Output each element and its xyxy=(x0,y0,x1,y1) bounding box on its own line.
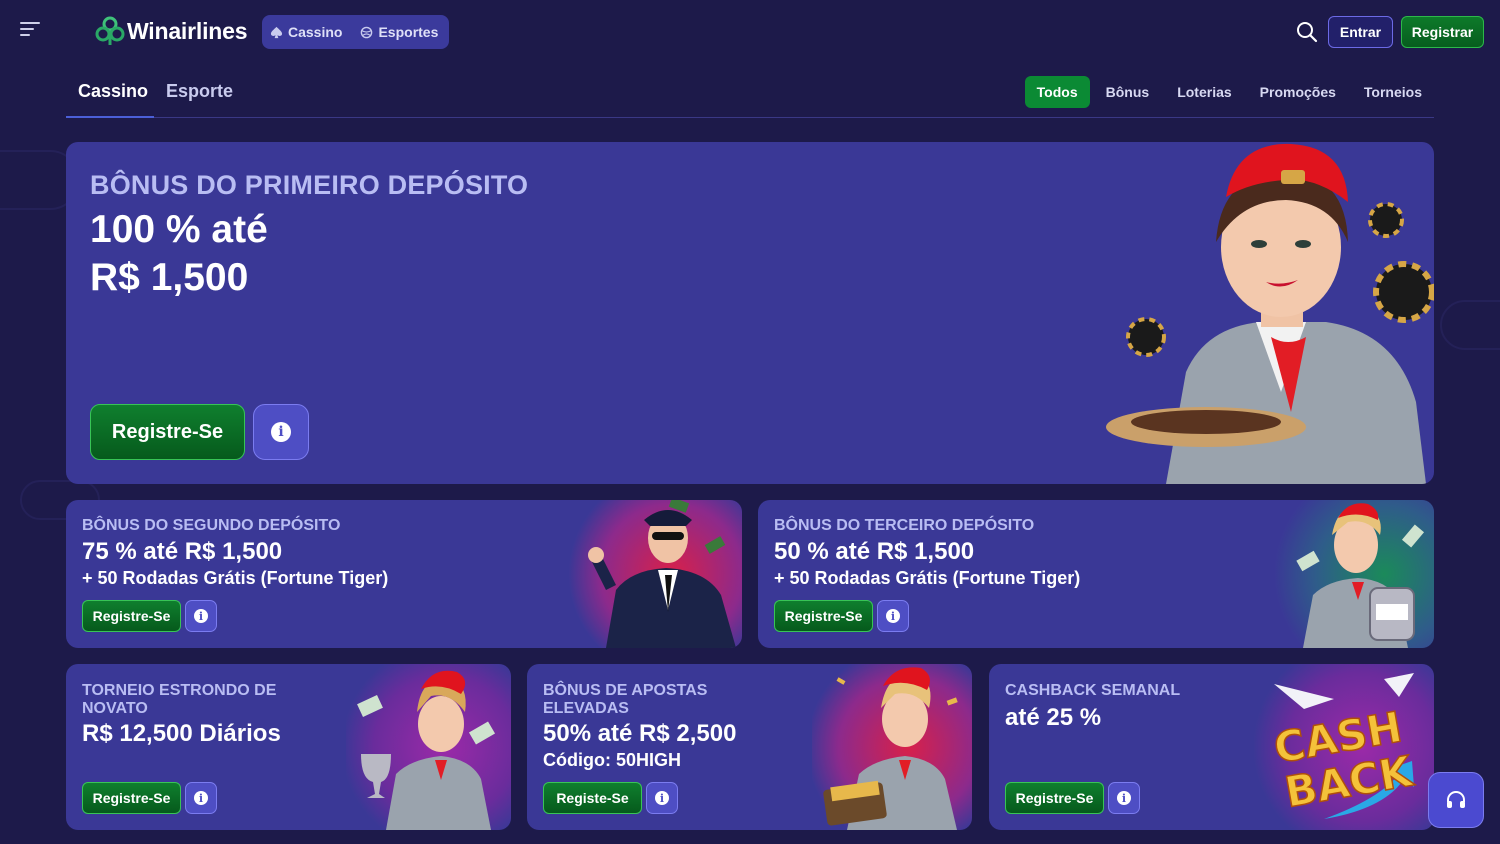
promo-subtext: + 50 Rodadas Grátis (Fortune Tiger) xyxy=(774,568,1081,588)
ball-icon xyxy=(361,26,373,38)
promo-headline: 100 % até R$ 1,500 xyxy=(90,206,490,302)
info-button[interactable]: i xyxy=(253,404,309,460)
promo-eyebrow: BÔNUS DO PRIMEIRO DEPÓSITO xyxy=(90,170,529,200)
filter-todos[interactable]: Todos xyxy=(1024,76,1090,108)
info-icon: i xyxy=(271,422,291,442)
promo-headline: 50% até R$ 2,500 xyxy=(543,720,737,747)
slot-attendant-illustration xyxy=(1296,503,1425,648)
headset-icon xyxy=(1447,791,1465,808)
filter-loterias[interactable]: Loterias xyxy=(1165,76,1243,108)
promo-headline-line2: R$ 1,500 xyxy=(90,256,249,299)
product-cassino[interactable]: Cassino xyxy=(270,24,342,40)
product-cassino-label: Cassino xyxy=(288,24,343,40)
promo-card-rookie-tournament: TORNEIO ESTRONDO DE NOVATO R$ 12,500 Diá… xyxy=(66,664,511,830)
support-chat-button[interactable] xyxy=(1428,772,1484,828)
register-cta-button[interactable]: Registe-Se xyxy=(543,782,642,814)
product-esportes[interactable]: Esportes xyxy=(360,24,438,40)
promo-headline: 75 % até R$ 1,500 xyxy=(82,538,283,565)
register-cta-button[interactable]: Registre-Se xyxy=(1005,782,1104,814)
login-button[interactable]: Entrar xyxy=(1328,16,1393,48)
trophy-attendant-illustration xyxy=(357,670,496,830)
info-icon: i xyxy=(194,609,208,623)
promo-headline: 50 % até R$ 1,500 xyxy=(774,538,975,565)
search-icon[interactable] xyxy=(1296,21,1318,43)
gold-case-attendant-illustration xyxy=(823,667,958,830)
promo-card-high-roller: BÔNUS DE APOSTAS ELEVADAS 50% até R$ 2,5… xyxy=(527,664,972,830)
promo-eyebrow: CASHBACK SEMANAL xyxy=(1005,682,1181,699)
promo-filters: Todos Bônus Loterias Promoções Torneios xyxy=(1021,76,1434,108)
tab-cassino[interactable]: Cassino xyxy=(78,81,148,102)
cashback-illustration: CASH BACK xyxy=(1270,673,1418,819)
info-button[interactable]: i xyxy=(877,600,909,632)
register-cta-button[interactable]: Registre-Se xyxy=(774,600,873,632)
product-esportes-label: Esportes xyxy=(378,24,439,40)
promo-subtext: + 50 Rodadas Grátis (Fortune Tiger) xyxy=(82,568,389,588)
info-icon: i xyxy=(194,791,208,805)
promo-subtext: Código: 50HIGH xyxy=(543,750,681,770)
info-icon: i xyxy=(886,609,900,623)
promo-headline: R$ 12,500 Diários xyxy=(82,720,281,747)
product-switch: Cassino Esportes xyxy=(262,15,449,49)
pilot-illustration xyxy=(588,500,736,648)
filter-bonus[interactable]: Bônus xyxy=(1094,76,1162,108)
brand-name: Winairlines xyxy=(127,17,248,44)
info-button[interactable]: i xyxy=(185,600,217,632)
info-button[interactable]: i xyxy=(1108,782,1140,814)
promo-card-second-deposit: BÔNUS DO SEGUNDO DEPÓSITO 75 % até R$ 1,… xyxy=(66,500,742,648)
promo-headline-line1: 100 % até xyxy=(90,208,268,251)
flight-attendant-illustration xyxy=(1106,143,1434,484)
promo-eyebrow: BÔNUS DE APOSTAS ELEVADAS xyxy=(543,682,708,717)
spade-icon xyxy=(270,26,283,38)
promo-eyebrow: BÔNUS DO SEGUNDO DEPÓSITO xyxy=(82,517,341,534)
info-button[interactable]: i xyxy=(646,782,678,814)
promo-card-third-deposit: BÔNUS DO TERCEIRO DEPÓSITO 50 % até R$ 1… xyxy=(758,500,1434,648)
promo-eyebrow: TORNEIO ESTRONDO DE NOVATO xyxy=(82,682,277,717)
section-nav: Cassino Esporte Todos Bônus Loterias Pro… xyxy=(66,70,1434,118)
register-cta-button[interactable]: Registre-Se xyxy=(82,600,181,632)
active-tab-indicator xyxy=(66,116,154,118)
background-cloud xyxy=(1440,300,1500,350)
filter-promocoes[interactable]: Promoções xyxy=(1248,76,1348,108)
clover-icon xyxy=(95,16,125,45)
register-button[interactable]: Registrar xyxy=(1401,16,1484,48)
register-cta-button[interactable]: Registre-Se xyxy=(90,404,245,460)
top-bar: Winairlines Cassino Esportes Entrar Regi… xyxy=(0,0,1500,64)
info-button[interactable]: i xyxy=(185,782,217,814)
promo-card-first-deposit: BÔNUS DO PRIMEIRO DEPÓSITO 100 % até R$ … xyxy=(66,142,1434,484)
promo-card-weekly-cashback: CASHBACK SEMANAL até 25 % Registre-Se i … xyxy=(989,664,1434,830)
logo[interactable]: Winairlines xyxy=(95,16,247,46)
tab-esporte[interactable]: Esporte xyxy=(166,81,233,102)
menu-icon[interactable] xyxy=(20,22,44,42)
register-cta-button[interactable]: Registre-Se xyxy=(82,782,181,814)
info-icon: i xyxy=(1117,791,1131,805)
promo-eyebrow: BÔNUS DO TERCEIRO DEPÓSITO xyxy=(774,517,1035,534)
promo-headline: até 25 % xyxy=(1005,704,1102,731)
info-icon: i xyxy=(655,791,669,805)
filter-torneios[interactable]: Torneios xyxy=(1352,76,1434,108)
